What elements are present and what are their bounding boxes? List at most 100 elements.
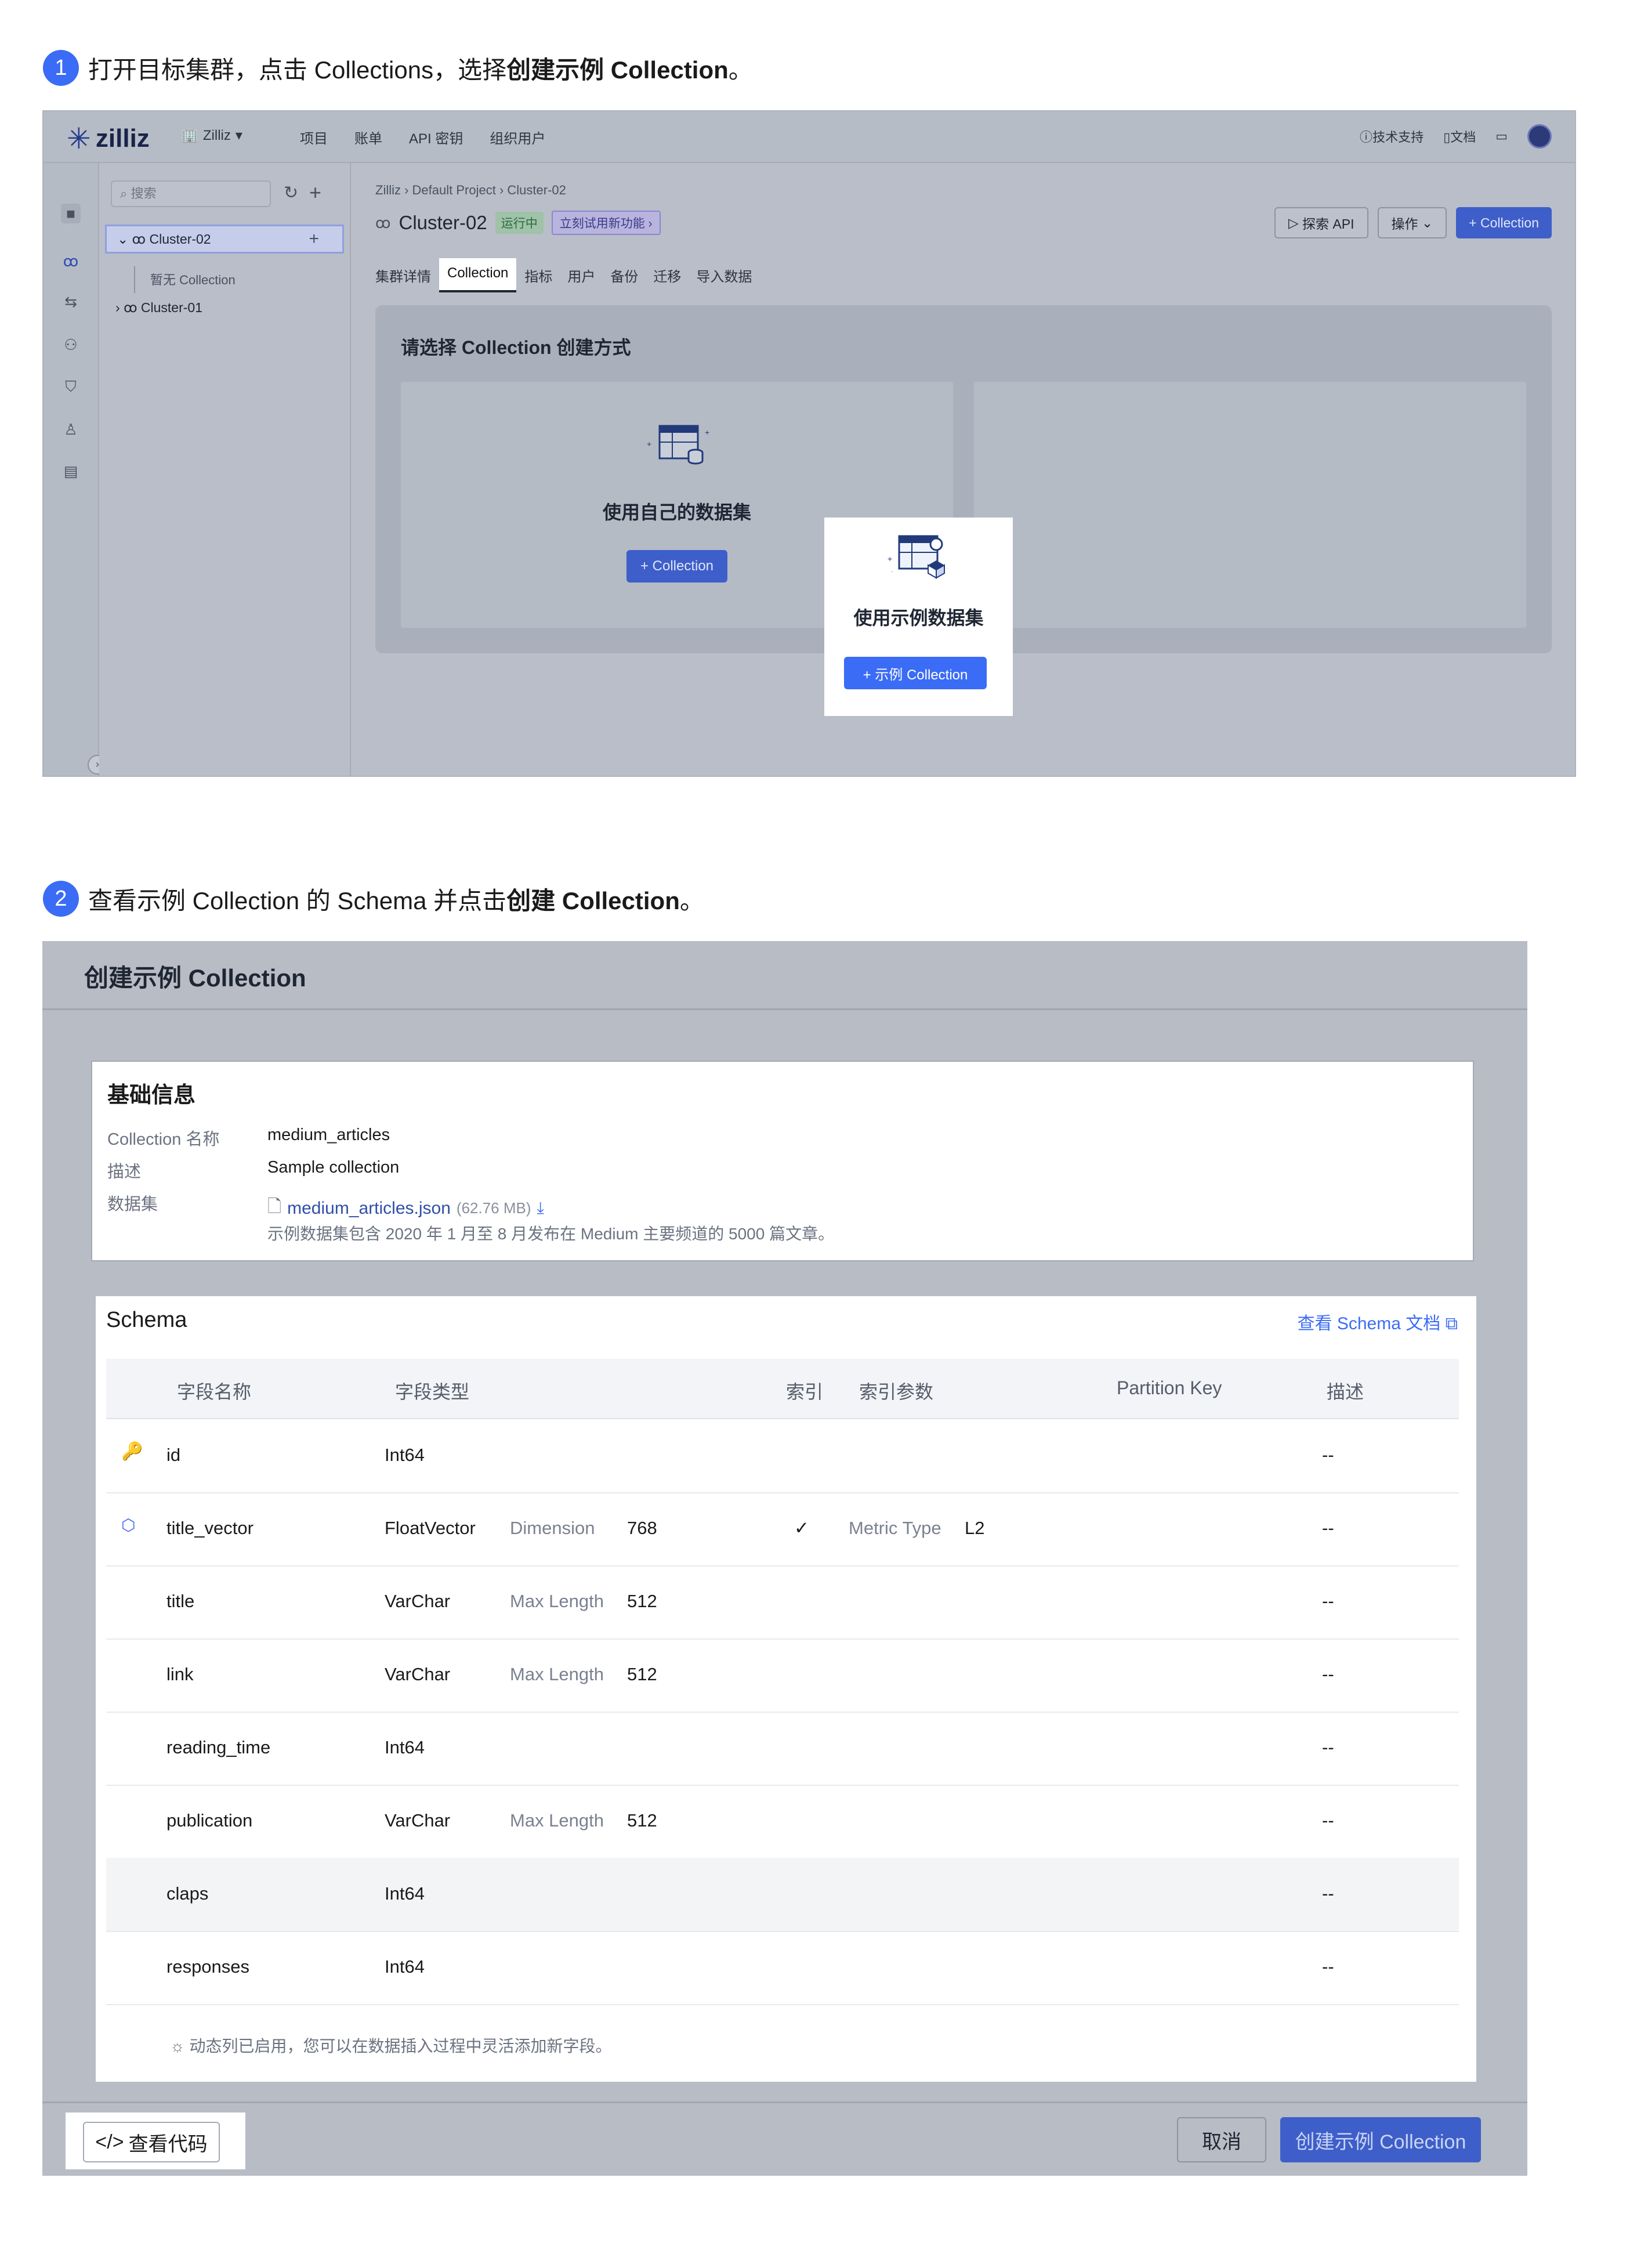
param-value: 512 [627, 1664, 657, 1684]
param-value: 512 [627, 1591, 657, 1611]
tab-collection[interactable]: Collection [439, 258, 517, 292]
table-row: claps Int64 -- [106, 1858, 1459, 1932]
param-label: Dimension [510, 1518, 595, 1538]
search-placeholder: 搜索 [131, 186, 157, 201]
search-input[interactable]: ⌕ 搜索 [111, 180, 271, 207]
tree-node-cluster-02[interactable]: ⌄ ꝏ Cluster-02 + [105, 225, 344, 254]
table-row: reading_time Int64 -- [106, 1712, 1459, 1786]
field-type: VarChar [385, 1810, 451, 1831]
cluster-tabs: 集群详情 Collection 指标 用户 备份 迁移 导入数据 [375, 258, 767, 292]
field-name: id [166, 1445, 181, 1465]
param-label: Max Length [510, 1664, 604, 1684]
vector-field-icon: ⬡ [121, 1516, 136, 1534]
field-description: -- [1322, 1518, 1334, 1538]
nav-item-org-users[interactable]: 组织用户 [490, 127, 545, 147]
dataset-file-link[interactable]: medium_articles.json [287, 1199, 451, 1218]
folder-icon[interactable]: ■ [61, 204, 81, 223]
add-collection-button[interactable]: + Collection [1456, 207, 1552, 238]
col-description: 描述 [1327, 1381, 1364, 1402]
field-description: -- [1322, 1591, 1334, 1611]
schema-card: Schema 查看 Schema 文档 ⧉ 字段名称 字段类型 索引 索引参数 … [96, 1296, 1476, 2082]
terminal-icon[interactable]: ▤ [61, 461, 81, 481]
external-link-icon: ⧉ [1440, 1314, 1458, 1333]
users-icon[interactable]: ⚇ [61, 335, 81, 355]
field-name: reading_time [166, 1737, 271, 1757]
step-text: 查看示例 Collection 的 Schema 并点击 [88, 887, 507, 914]
alarm-icon[interactable]: ♙ [61, 419, 81, 439]
own-collection-button[interactable]: + Collection [626, 550, 728, 583]
nav-item-api-keys[interactable]: API 密钥 [409, 127, 463, 147]
caret-down-icon: ▾ [235, 128, 242, 143]
dynamic-field-text: 动态列已启用，您可以在数据插入过程中灵活添加新字段。 [189, 2037, 612, 2055]
top-right-tools: ⓘ技术支持 ▯文档 ▭ [1360, 124, 1552, 149]
step-text-bold: 创建 Collection [506, 887, 680, 914]
field-type: VarChar [385, 1664, 451, 1684]
tree-guide-line [134, 266, 135, 293]
tab-metrics[interactable]: 指标 [524, 258, 552, 292]
download-icon[interactable]: ⤓ [537, 1199, 544, 1218]
org-name: Zilliz [202, 127, 231, 143]
tree-node-cluster-01[interactable]: › ꝏ Cluster-01 [105, 293, 344, 322]
col-field-name: 字段名称 [177, 1381, 252, 1402]
description-label: 描述 [107, 1163, 142, 1181]
org-selector[interactable]: 🏢 Zilliz ▾ [181, 127, 242, 144]
table-row: title VarChar Max Length 512 -- [106, 1565, 1459, 1640]
table-row: ⬡ title_vector FloatVector Dimension 768 ✓ Met… [106, 1492, 1459, 1567]
cluster-icon: ꝏ [375, 214, 391, 231]
cluster-icon[interactable]: ꝏ [61, 251, 81, 271]
explore-api-button[interactable]: ▷ 探索 API [1274, 207, 1368, 238]
support-link[interactable]: ⓘ技术支持 [1360, 127, 1424, 146]
schema-doc-link[interactable]: 查看 Schema 文档 ⧉ [1298, 1309, 1458, 1334]
sample-dataset-title: 使用示例数据集 [853, 607, 984, 628]
nav-item-projects[interactable]: 项目 [300, 127, 328, 147]
field-type: Int64 [385, 1883, 425, 1904]
add-collection-icon[interactable]: + [309, 229, 319, 249]
code-icon: </> [95, 2130, 124, 2153]
dialog-title: 创建示例 Collection [84, 964, 306, 992]
schema-heading: Schema [106, 1308, 187, 1332]
chevron-down-icon: ⌄ [1418, 215, 1433, 230]
tab-import[interactable]: 导入数据 [696, 258, 752, 292]
primary-key-icon: 🔑 [121, 1442, 143, 1461]
tab-migrate[interactable]: 迁移 [653, 258, 681, 292]
add-icon[interactable]: + [309, 180, 321, 205]
collection-name-label: Collection 名称 [107, 1130, 220, 1149]
step-number: 2 [43, 881, 79, 917]
operations-button[interactable]: 操作 ⌄ [1377, 207, 1447, 238]
create-sample-collection-button[interactable]: 创建示例 Collection [1280, 2117, 1481, 2162]
cluster-actions: ▷ 探索 API 操作 ⌄ + Collection [1274, 207, 1552, 238]
sample-dataset-icon: +· [888, 535, 945, 579]
basic-info-card: 基础信息 Collection 名称 medium_articles 描述 Sa… [91, 1061, 1474, 1261]
tab-backup[interactable]: 备份 [610, 258, 638, 292]
refresh-icon[interactable]: ↻ [284, 183, 298, 203]
shield-icon[interactable]: ⛉ [61, 377, 81, 396]
tab-users[interactable]: 用户 [567, 258, 595, 292]
param-value: 768 [627, 1518, 657, 1538]
pipeline-icon[interactable]: ⇆ [61, 292, 81, 312]
field-type: Int64 [385, 1956, 425, 1977]
sample-dataset-card-bg [974, 382, 1526, 628]
field-type: Int64 [385, 1737, 425, 1757]
dataset-note: 示例数据集包含 2020 年 1 月至 8 月发布在 Medium 主要频道的 … [267, 1225, 835, 1243]
step-text-bold: 创建示例 Collection [506, 56, 729, 84]
field-name: publication [166, 1810, 253, 1831]
try-new-feature-badge[interactable]: 立刻试用新功能 › [551, 211, 661, 235]
sample-collection-button[interactable]: + 示例 Collection [844, 657, 987, 689]
explore-api-label: 探索 API [1302, 216, 1354, 231]
docs-link[interactable]: ▯文档 [1443, 127, 1476, 146]
tree-node-label: Cluster-02 [149, 231, 211, 247]
view-code-button[interactable]: </> 查看代码 [83, 2122, 220, 2162]
chevron-right-icon: › [115, 299, 124, 315]
docs-label: 文档 [1450, 130, 1476, 144]
zilliz-logo[interactable]: ✳ zilliz [67, 122, 150, 155]
basic-info-heading: 基础信息 [107, 1083, 196, 1108]
tab-cluster-details[interactable]: 集群详情 [375, 258, 431, 292]
dataset-file: 🗋 medium_articles.json (62.76 MB) ⤓ [267, 1193, 544, 1223]
nav-item-billing[interactable]: 账单 [354, 127, 382, 147]
step-text-end: 。 [679, 887, 704, 914]
dataset-table-icon: ++ [647, 425, 709, 465]
avatar[interactable] [1527, 124, 1552, 149]
cancel-button[interactable]: 取消 [1177, 2117, 1266, 2162]
dataset-file-size: (62.76 MB) [456, 1199, 531, 1217]
trash-icon[interactable]: ▭ [1495, 129, 1508, 144]
